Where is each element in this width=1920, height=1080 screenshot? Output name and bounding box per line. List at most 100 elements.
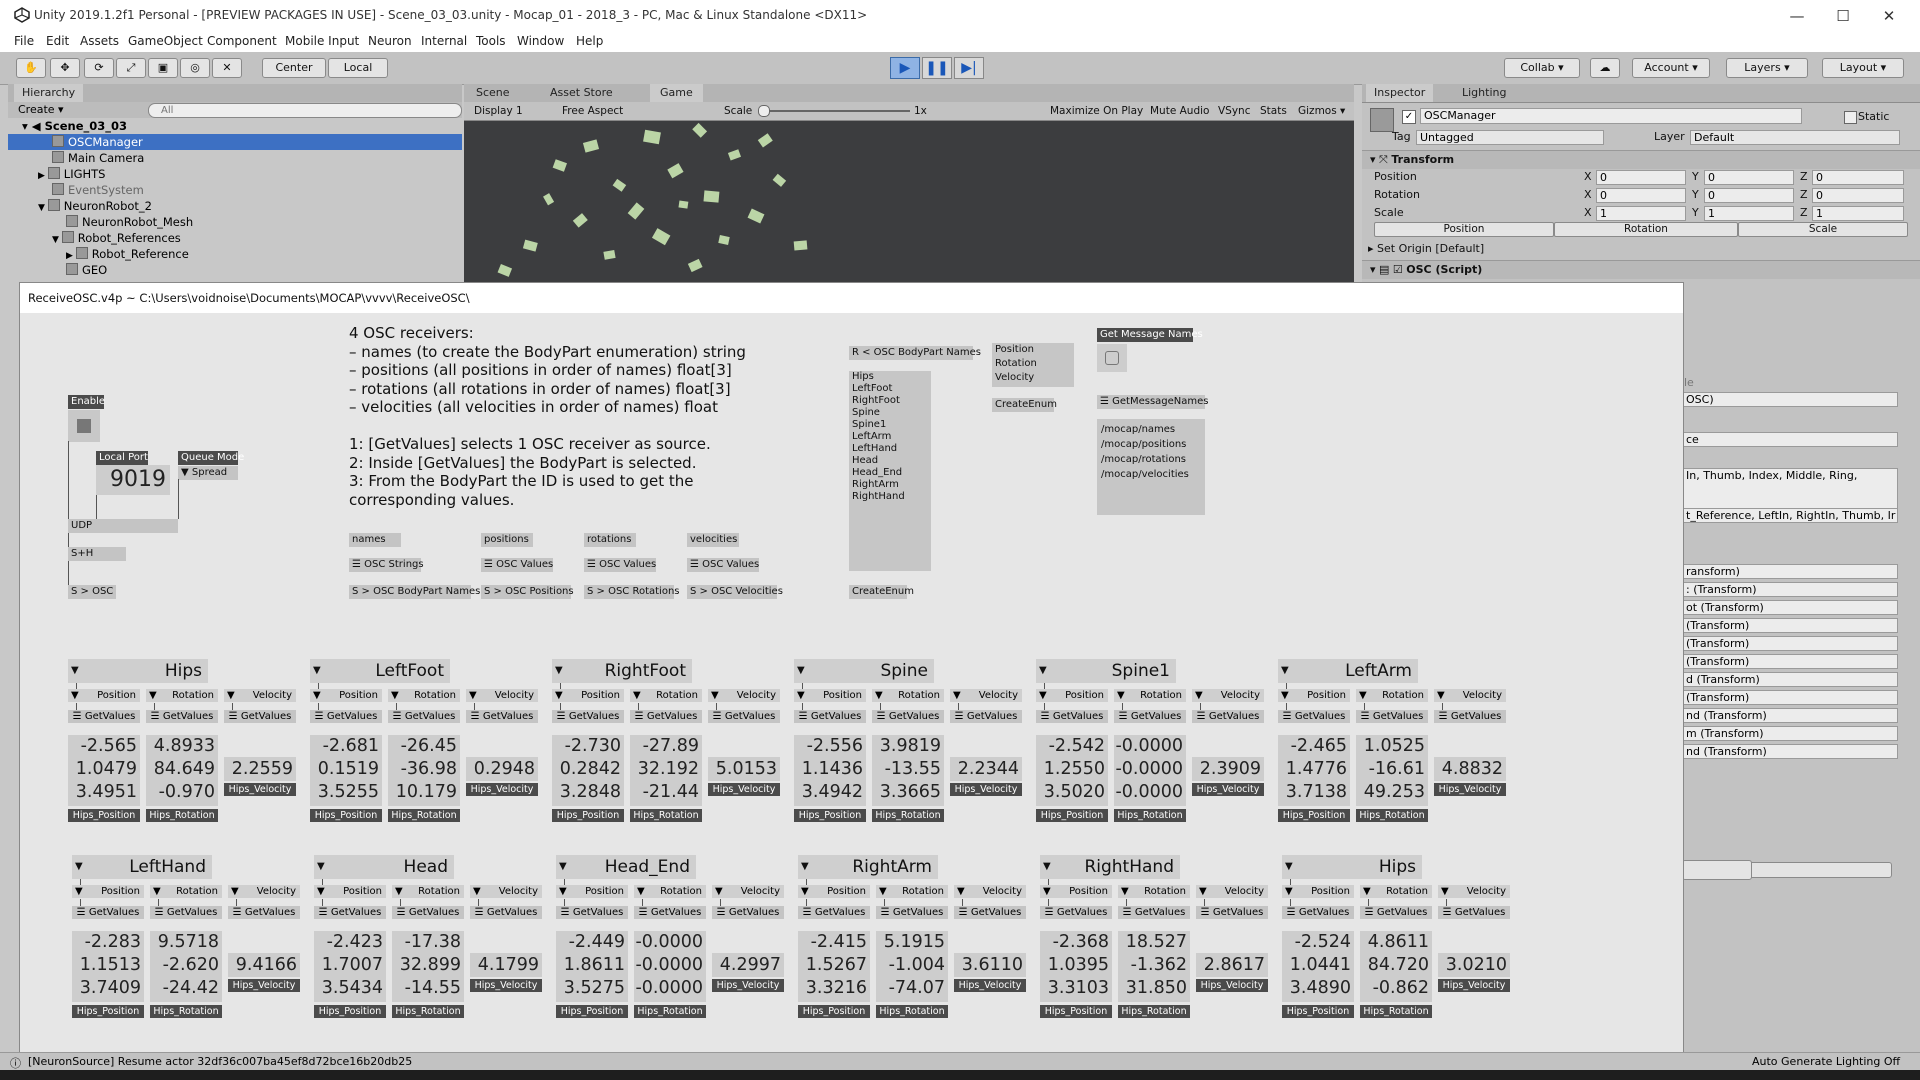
reset-scale-button[interactable]: Scale <box>1738 222 1908 237</box>
rotation-enum[interactable]: ▼ Rotation <box>392 885 464 898</box>
rect-tool-icon[interactable]: ▣ <box>148 58 178 78</box>
scale-slider-handle[interactable] <box>758 105 770 117</box>
display-dropdown[interactable]: Display 1 <box>474 103 523 119</box>
velocity-value[interactable]: 2.3909 <box>1192 757 1264 781</box>
hierarchy-item-eventsystem[interactable]: EventSystem <box>8 182 462 198</box>
game-render-view[interactable] <box>464 121 1354 284</box>
getvalues-node[interactable]: ☰ GetValues <box>72 906 144 919</box>
rotation-z-field[interactable]: 0 <box>1812 188 1904 203</box>
getvalues-node[interactable]: ☰ GetValues <box>794 710 866 723</box>
rotation-values[interactable]: 9.5718 -2.620 -24.42 <box>150 931 222 1002</box>
bodypart-selector[interactable]: ▼ Spine <box>794 659 934 683</box>
getvalues-node[interactable]: ☰ GetValues <box>1278 710 1350 723</box>
menu-internal[interactable]: Internal <box>421 34 467 48</box>
getvalues-node[interactable]: ☰ GetValues <box>392 906 464 919</box>
partial-field[interactable]: In, Thumb, Index, Middle, Ring, <box>1682 468 1898 510</box>
getvalues-node[interactable]: ☰ GetValues <box>1114 710 1186 723</box>
object-name-field[interactable]: OSCManager <box>1420 108 1802 124</box>
partial-field[interactable]: OSC) <box>1682 392 1898 407</box>
layer-dropdown[interactable]: Default <box>1690 130 1900 145</box>
rotation-enum[interactable]: ▼ Rotation <box>1356 689 1428 702</box>
position-values[interactable]: -2.556 1.1436 3.4942 <box>794 735 866 806</box>
position-enum[interactable]: ▼ Position <box>552 689 624 702</box>
transform-ref-field[interactable]: ransform) <box>1682 564 1898 579</box>
tab-game[interactable]: Game <box>650 84 703 102</box>
rotation-values[interactable]: -0.0000 -0.0000 -0.0000 <box>1114 735 1186 806</box>
velocity-value[interactable]: 2.2344 <box>950 757 1022 781</box>
velocity-enum[interactable]: ▼ Velocity <box>708 689 780 702</box>
rotation-enum[interactable]: ▼ Rotation <box>634 885 706 898</box>
static-checkbox[interactable] <box>1844 111 1857 124</box>
getvalues-node[interactable]: ☰ GetValues <box>68 710 140 723</box>
rotation-values[interactable]: 18.527 -1.362 31.850 <box>1118 931 1190 1002</box>
transform-ref-field[interactable]: (Transform) <box>1682 690 1898 705</box>
menu-neuron[interactable]: Neuron <box>368 34 412 48</box>
position-enum[interactable]: ▼ Position <box>72 885 144 898</box>
velocity-value[interactable]: 2.8617 <box>1196 953 1268 977</box>
velocity-enum[interactable]: ▼ Velocity <box>954 885 1026 898</box>
bodypart-selector[interactable]: ▼ LeftHand <box>72 855 212 879</box>
getvalues-node[interactable]: ☰ GetValues <box>1196 906 1268 919</box>
reset-rotation-button[interactable]: Rotation <box>1554 222 1738 237</box>
velocity-enum[interactable]: ▼ Velocity <box>712 885 784 898</box>
getvalues-node[interactable]: ☰ GetValues <box>310 710 382 723</box>
position-enum[interactable]: ▼ Position <box>798 885 870 898</box>
position-values[interactable]: -2.465 1.4776 3.7138 <box>1278 735 1350 806</box>
menu-assets[interactable]: Assets <box>80 34 119 48</box>
hierarchy-item-robot-references[interactable]: ▼ Robot_References <box>8 230 462 246</box>
position-enum[interactable]: ▼ Position <box>556 885 628 898</box>
velocity-value[interactable]: 0.2948 <box>466 757 538 781</box>
vsync-toggle[interactable]: VSync <box>1218 103 1251 119</box>
collab-button[interactable]: Collab ▾ <box>1504 58 1580 78</box>
position-enum[interactable]: ▼ Position <box>1040 885 1112 898</box>
getvalues-node[interactable]: ☰ GetValues <box>634 906 706 919</box>
velocity-enum[interactable]: ▼ Velocity <box>470 885 542 898</box>
getvalues-node[interactable]: ☰ GetValues <box>1438 906 1510 919</box>
position-enum[interactable]: ▼ Position <box>1282 885 1354 898</box>
hierarchy-item-neuronrobot-mesh[interactable]: NeuronRobot_Mesh <box>8 214 462 230</box>
position-values[interactable]: -2.681 0.1519 3.5255 <box>310 735 382 806</box>
rotation-values[interactable]: 5.1915 -1.004 -74.07 <box>876 931 948 1002</box>
scene-row[interactable]: ▾ ◀ Scene_03_03 <box>8 118 462 134</box>
scale-y-field[interactable]: 1 <box>1704 206 1794 221</box>
stats-toggle[interactable]: Stats <box>1260 103 1287 119</box>
transform-header[interactable]: ▾ ⤧ Transform <box>1362 150 1920 169</box>
position-values[interactable]: -2.449 1.8611 3.5275 <box>556 931 628 1002</box>
position-values[interactable]: -2.415 1.5267 3.3216 <box>798 931 870 1002</box>
rotate-tool-icon[interactable]: ⟳ <box>84 58 114 78</box>
getvalues-node[interactable]: ☰ GetValues <box>1434 710 1506 723</box>
mute-audio-toggle[interactable]: Mute Audio <box>1150 103 1209 119</box>
rotation-values[interactable]: -27.89 32.192 -21.44 <box>630 735 702 806</box>
bodypart-selector[interactable]: ▼ Hips <box>68 659 208 683</box>
pivot-local-button[interactable]: Local <box>328 58 388 78</box>
bodypart-selector[interactable]: ▼ Head <box>314 855 454 879</box>
velocity-value[interactable]: 5.0153 <box>708 757 780 781</box>
position-enum[interactable]: ▼ Position <box>310 689 382 702</box>
menu-component[interactable]: Component <box>207 34 277 48</box>
position-values[interactable]: -2.368 1.0395 3.3103 <box>1040 931 1112 1002</box>
hierarchy-item-robot-reference[interactable]: ▶ Robot_Reference <box>8 246 462 262</box>
position-enum[interactable]: ▼ Position <box>314 885 386 898</box>
transform-ref-field[interactable]: : (Transform) <box>1682 582 1898 597</box>
getvalues-node[interactable]: ☰ GetValues <box>954 906 1026 919</box>
tab-scene[interactable]: Scene <box>476 84 510 102</box>
tab-lighting[interactable]: Lighting <box>1462 84 1506 102</box>
position-enum[interactable]: ▼ Position <box>794 689 866 702</box>
hierarchy-search-input[interactable] <box>148 103 462 118</box>
scale-x-field[interactable]: 1 <box>1596 206 1686 221</box>
rotation-values[interactable]: 3.9819 -13.55 3.3665 <box>872 735 944 806</box>
hand-tool-icon[interactable]: ✋ <box>16 58 46 78</box>
getvalues-node[interactable]: ☰ GetValues <box>146 710 218 723</box>
transform-ref-field[interactable]: nd (Transform) <box>1682 708 1898 723</box>
position-y-field[interactable]: 0 <box>1704 170 1794 185</box>
getvalues-node[interactable]: ☰ GetValues <box>470 906 542 919</box>
position-z-field[interactable]: 0 <box>1812 170 1904 185</box>
rotation-enum[interactable]: ▼ Rotation <box>1118 885 1190 898</box>
getvalues-node[interactable]: ☰ GetValues <box>798 906 870 919</box>
bodypart-selector[interactable]: ▼ LeftArm <box>1278 659 1418 683</box>
tab-hierarchy[interactable]: Hierarchy <box>14 84 84 102</box>
position-values[interactable]: -2.423 1.7007 3.5434 <box>314 931 386 1002</box>
velocity-value[interactable]: 3.0210 <box>1438 953 1510 977</box>
aspect-dropdown[interactable]: Free Aspect <box>562 103 623 119</box>
velocity-enum[interactable]: ▼ Velocity <box>228 885 300 898</box>
